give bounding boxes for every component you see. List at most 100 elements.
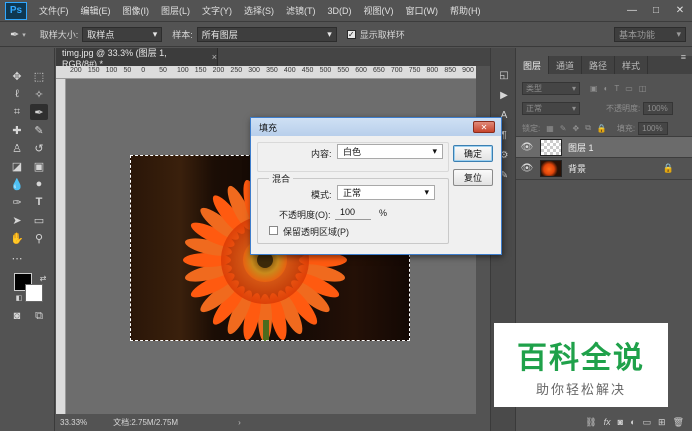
tab-styles[interactable]: 样式 [615,56,649,74]
layer-row[interactable]: 👁 图层 1 [516,136,692,158]
close-icon[interactable]: ✕ [473,121,495,133]
fill-field[interactable]: 100% [638,121,669,135]
filter-smart-icon[interactable]: ◫ [639,84,647,93]
maximize-button[interactable]: □ [644,0,668,20]
minimize-button[interactable]: — [620,0,644,20]
document-tab[interactable]: timg.jpg @ 33.3% (图层 1, RGB/8#) * × [56,48,218,69]
content-value: 白色 [343,147,362,157]
layers-panel-footer: ⛓ fx ◙ ◐ ▭ ⊞ 🗑 [516,413,692,431]
menu-file[interactable]: 文件(F) [33,4,75,17]
show-ring-checkbox[interactable]: ✓ [346,30,356,39]
filter-image-icon[interactable]: ▣ [590,84,598,93]
sample-size-select[interactable]: 取样点 ▾ [82,27,163,42]
move-tool-icon[interactable]: ✥ [8,68,26,84]
filter-shape-icon[interactable]: ▭ [625,84,633,93]
chevron-right-icon[interactable]: › [238,418,241,427]
tool-preset-chevron-icon[interactable]: ▾ [22,31,26,39]
visibility-eye-icon[interactable]: 👁 [520,163,534,174]
sample-select[interactable]: 所有图层 ▾ [196,27,337,42]
layer-row[interactable]: 👁 背景 🔒 [516,158,692,180]
crop-tool-icon[interactable]: ⌗ [8,104,26,120]
healing-tool-icon[interactable]: ✚ [8,122,26,138]
actions-play-icon[interactable]: ▶ [497,88,511,102]
lock-artboard-icon[interactable]: ⧉ [585,123,591,133]
ok-button[interactable]: 确定 [453,145,493,162]
opacity-field[interactable]: 100% [643,101,674,115]
clone-stamp-tool-icon[interactable]: ♙ [8,140,26,156]
preserve-transparency-checkbox[interactable] [269,226,278,235]
type-tool-icon[interactable]: T [30,194,48,210]
vertical-ruler [56,79,66,414]
menu-select[interactable]: 选择(S) [238,4,280,17]
folder-icon[interactable]: ▭ [643,417,652,428]
tab-channels[interactable]: 通道 [549,56,583,74]
magic-wand-tool-icon[interactable]: ✧ [30,86,48,102]
link-icon[interactable]: ⛓ [585,417,596,428]
dodge-tool-icon[interactable]: ● [30,176,48,192]
ruler-tick-label: 600 [355,67,367,74]
eyedropper-tool-icon[interactable]: ✒ [10,28,19,41]
ruler-tick-label: 50 [159,67,167,74]
adjustment-icon[interactable]: ◐ [630,417,635,427]
filter-type-icon[interactable]: T [614,84,619,93]
pen-tool-icon[interactable]: ✑ [8,194,26,210]
chevron-down-icon: ▾ [327,29,332,39]
menu-edit[interactable]: 编辑(E) [75,4,117,17]
zoom-level[interactable]: 33.33% [60,418,87,427]
menu-view[interactable]: 视图(V) [358,4,400,17]
mask-icon[interactable]: ◙ [618,417,623,427]
tab-paths[interactable]: 路径 [582,56,616,74]
new-layer-icon[interactable]: ⊞ [658,417,666,428]
trash-icon[interactable]: 🗑 [673,417,684,428]
more-tools-icon[interactable]: ⋯ [8,250,26,266]
panel-menu-icon[interactable]: ≡ [681,52,686,62]
chevron-down-icon: ▾ [424,187,429,197]
eraser-tool-icon[interactable]: ◪ [8,158,26,174]
quick-mask-icon[interactable]: ◙ [8,308,26,324]
lock-transparent-icon[interactable]: ▦ [546,124,554,133]
kind-filter-select[interactable]: 类型 ▾ [522,81,580,95]
visibility-eye-icon[interactable]: 👁 [520,142,534,153]
blend-mode-value: 正常 [526,103,542,113]
hand-tool-icon[interactable]: ✋ [8,230,26,246]
blur-tool-icon[interactable]: 💧 [8,176,26,192]
menu-window[interactable]: 窗口(W) [400,4,445,17]
blend-mode-select[interactable]: 正常 ▾ [522,101,580,115]
default-colors-icon[interactable]: ◧ [10,290,28,306]
opacity-input[interactable]: 100 [335,205,371,220]
tab-layers[interactable]: 图层 [516,56,550,74]
menu-3d[interactable]: 3D(D) [322,6,358,16]
screen-mode-icon[interactable]: ⧉ [30,308,48,324]
lock-pixels-icon[interactable]: ✎ [560,124,567,133]
path-selection-tool-icon[interactable]: ➤ [8,212,26,228]
marquee-tool-icon[interactable]: ⬚ [30,68,48,84]
workspace-value: 基本功能 [619,30,656,40]
content-label: 内容: [311,149,332,159]
menu-filter[interactable]: 滤镜(T) [280,4,322,17]
dialog-titlebar[interactable]: 填充 ✕ [251,118,501,136]
zoom-tool-icon[interactable]: ⚲ [30,230,48,246]
eyedropper-tool-icon[interactable]: ✒ [30,104,48,120]
menu-layer[interactable]: 图层(L) [155,4,196,17]
menu-image[interactable]: 图像(I) [117,4,156,17]
lock-all-icon[interactable]: 🔒 [597,124,607,133]
lock-position-icon[interactable]: ✥ [573,124,580,133]
lasso-tool-icon[interactable]: ℓ [8,86,26,102]
menu-help[interactable]: 帮助(H) [444,4,487,17]
shape-tool-icon[interactable]: ▭ [30,212,48,228]
mode-select[interactable]: 正常 ▾ [337,185,435,200]
history-brush-tool-icon[interactable]: ↺ [30,140,48,156]
gradient-tool-icon[interactable]: ▣ [30,158,48,174]
history-icon[interactable]: ◱ [497,68,511,82]
workspace-select[interactable]: 基本功能 ▾ [614,27,686,42]
swap-colors-icon[interactable]: ⇄ [34,270,52,286]
fx-icon[interactable]: fx [604,417,611,427]
content-select[interactable]: 白色 ▾ [337,144,443,159]
menu-type[interactable]: 文字(Y) [196,4,238,17]
fill-dialog: 填充 ✕ 内容: 白色 ▾ 混合 模式: 正常 ▾ 不透明度(O): 100 %… [250,117,502,255]
close-button[interactable]: ✕ [668,0,692,20]
brush-tool-icon[interactable]: ✎ [30,122,48,138]
filter-adjustment-icon[interactable]: ◐ [604,84,609,93]
reset-button[interactable]: 复位 [453,169,493,186]
close-icon[interactable]: × [212,52,217,62]
